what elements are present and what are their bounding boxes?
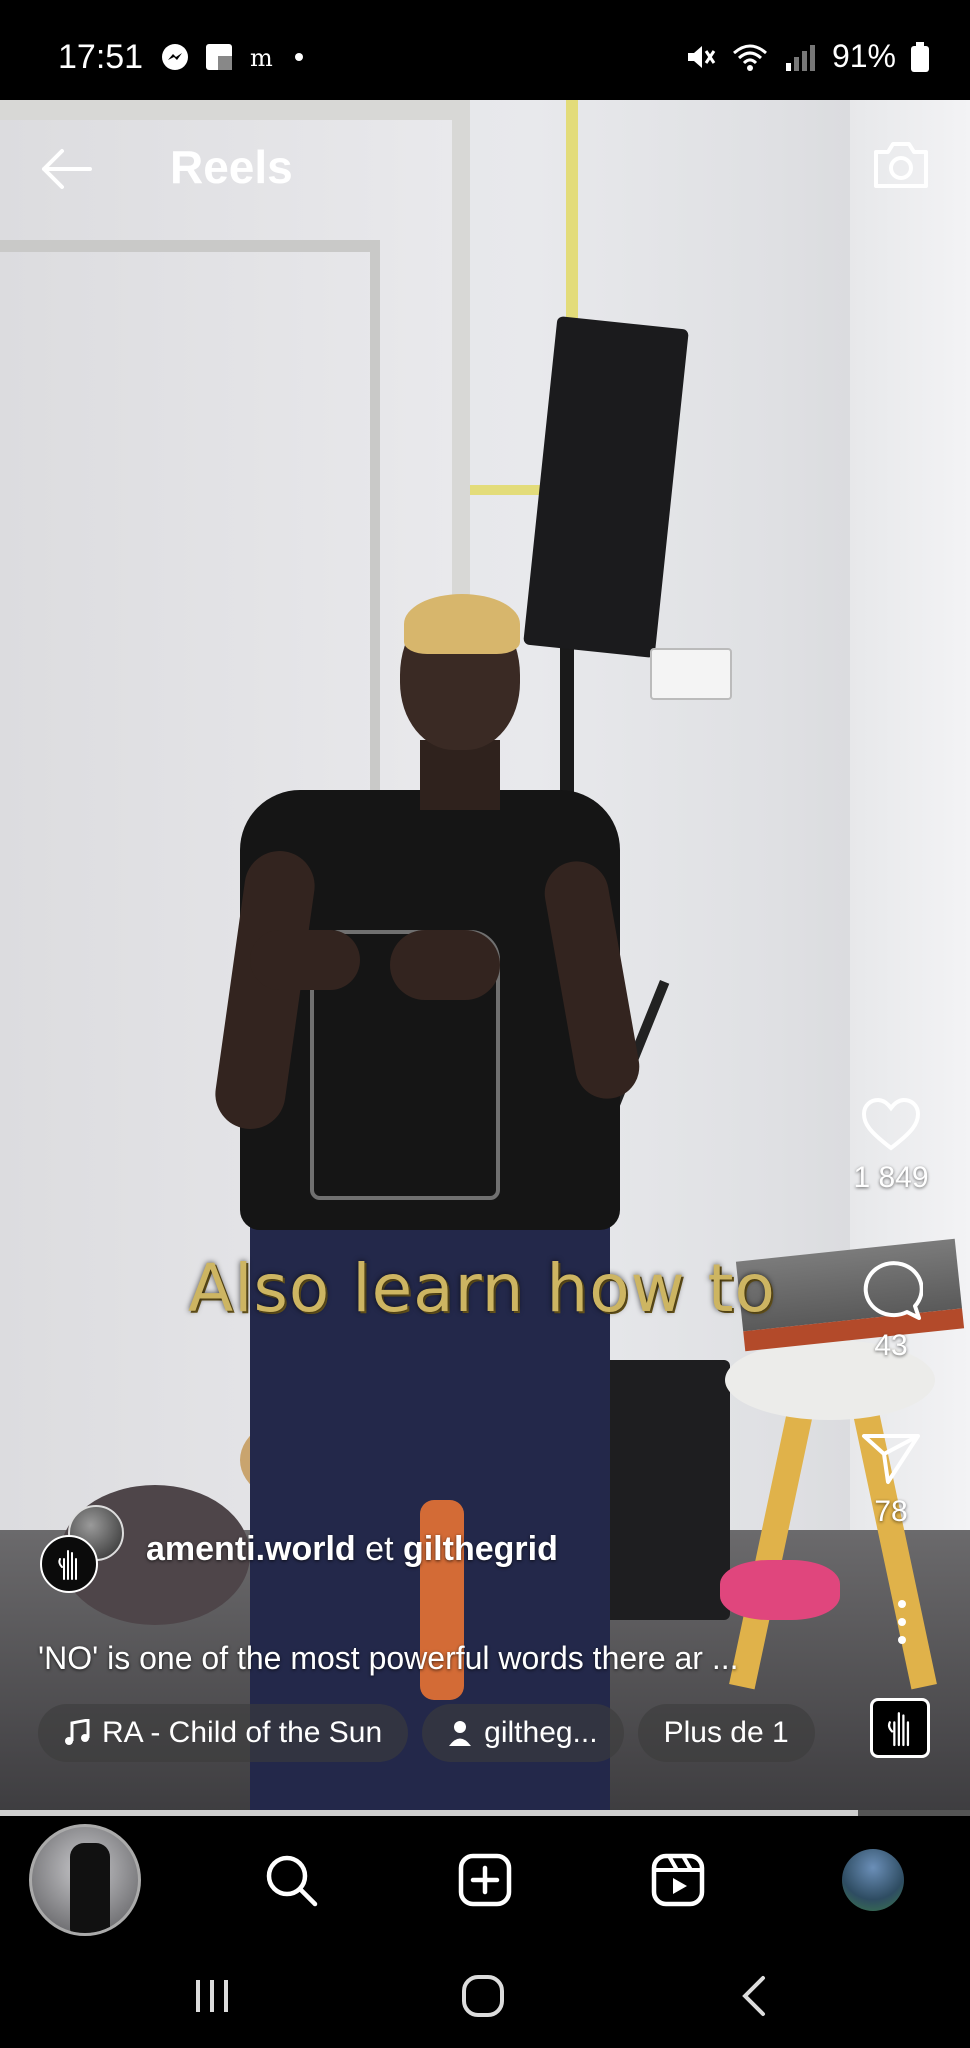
arrow-left-icon [42,149,92,189]
author-avatars[interactable] [40,1505,130,1595]
profile-avatar [842,1849,904,1911]
pink-cloth [720,1560,840,1620]
dancer-hair [404,594,520,654]
like-count: 1 849 [853,1161,929,1194]
video-text-overlay: Also learn how to [188,1250,776,1327]
author-link-gilthegrid[interactable]: gilthegrid [403,1530,558,1568]
tagged-people-label: giltheg... [484,1716,598,1749]
messenger-icon [162,44,188,70]
like-action[interactable]: 1 849 [836,1096,946,1195]
back-system-button[interactable] [714,1966,794,2026]
reels-icon [651,1853,705,1907]
camera-icon [874,142,928,188]
mute-icon [687,45,716,68]
reel-chips: RA - Child of the Sun giltheg... Plus de… [38,1704,815,1762]
svg-text:m: m [250,44,273,72]
dancer-hand-right [390,930,500,1000]
notification-icons: m [160,42,306,72]
flipboard-icon [206,44,232,70]
dancer-hand-left [250,930,360,990]
post-caption[interactable]: 'NO' is one of the most powerful words t… [38,1640,739,1677]
share-action[interactable]: 78 [836,1430,946,1529]
page-title: Reels [170,141,293,193]
nav-home-reel[interactable] [20,1816,150,1944]
status-bar: 17:51 m 91% [0,0,970,100]
author-link-amenti-world[interactable]: amenti.world [146,1530,356,1568]
system-nav-bar [0,1944,970,2048]
nav-reels[interactable] [613,1816,743,1944]
comment-icon [863,1261,924,1320]
hand-logo-icon [887,1712,910,1747]
more-options-button[interactable] [892,1600,912,1644]
nav-profile[interactable] [808,1816,938,1944]
dancer-neck [420,740,500,810]
music-chip-label: RA - Child of the Sun [102,1716,383,1749]
send-icon [862,1434,920,1484]
more-chip[interactable]: Plus de 1 [637,1704,815,1762]
nav-search[interactable] [226,1816,356,1944]
reel-thumbnail [29,1824,141,1936]
more-dot [898,1618,906,1626]
music-chip[interactable]: RA - Child of the Sun [38,1704,409,1762]
battery-percent: 91% [831,38,896,74]
bottom-nav [0,1816,970,1944]
more-dot [898,1636,906,1644]
wifi-icon [732,44,767,71]
yellow-pipe [566,100,578,330]
post-authors: amenti.world et gilthegrid [146,1530,558,1569]
back-button[interactable] [36,144,96,194]
camera-button[interactable] [870,136,932,192]
comment-count: 43 [874,1329,908,1362]
add-icon [458,1853,512,1907]
search-icon [266,1855,318,1907]
more-chip-label: Plus de 1 [663,1716,789,1749]
home-button[interactable] [443,1966,523,2026]
avatar-amenti-world[interactable] [40,1535,98,1593]
recent-apps-icon [196,1980,228,2012]
audio-thumbnail-button[interactable] [870,1698,930,1758]
battery-icon [911,41,929,72]
lemonde-icon: m [250,44,273,72]
home-icon [462,1975,504,2017]
dot-icon [295,53,303,61]
nav-create[interactable] [420,1816,550,1944]
chevron-left-icon [742,1976,765,2016]
heart-icon [861,1097,921,1151]
thermostat [650,648,732,700]
status-right: 91% [684,38,930,75]
hand-logo-icon [58,1550,77,1580]
signal-icon [785,44,815,71]
comment-action[interactable]: 43 [836,1260,946,1363]
author-connector: et [365,1530,394,1568]
person-icon [449,1721,472,1746]
share-count: 78 [874,1495,908,1528]
more-dot [898,1600,906,1608]
recent-apps-button[interactable] [172,1966,252,2026]
tagged-people-chip[interactable]: giltheg... [422,1704,624,1762]
music-note-icon [65,1719,90,1745]
status-time: 17:51 [58,38,144,76]
